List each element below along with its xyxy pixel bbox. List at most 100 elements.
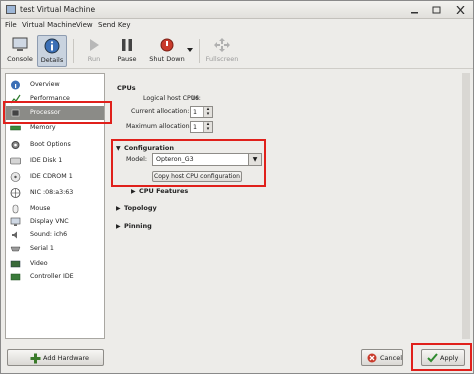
run-button[interactable]: Run <box>81 35 107 67</box>
spinner-arrows-icon[interactable]: ▴ ▾ <box>203 107 212 117</box>
chevron-down-icon[interactable]: ▼ <box>248 153 262 166</box>
add-hardware-label: Add Hardware <box>43 354 90 362</box>
menu-view[interactable]: View <box>76 21 93 29</box>
pinning-expander[interactable]: ▶ Pinning <box>116 222 152 230</box>
logical-cpus-value: 16 <box>191 95 200 102</box>
add-icon <box>30 353 41 364</box>
fullscreen-button[interactable]: Fullscreen <box>205 35 239 67</box>
sidebar-item-overview[interactable]: Overview <box>6 78 104 92</box>
sidebar-item-video[interactable]: Video <box>6 257 104 271</box>
fullscreen-label: Fullscreen <box>205 55 239 63</box>
shutdown-dropdown[interactable] <box>185 35 194 67</box>
sidebar-item-mouse[interactable]: Mouse <box>6 202 104 216</box>
sidebar-item-memory[interactable]: Memory <box>6 121 104 135</box>
cpu-features-title: CPU Features <box>139 187 189 195</box>
menu-file[interactable]: File <box>5 21 17 29</box>
chevron-down-icon <box>186 48 193 52</box>
cpu-features-expander[interactable]: ▶ CPU Features <box>131 187 188 195</box>
gear-icon <box>11 141 20 149</box>
cancel-button[interactable]: Cancel <box>361 349 403 366</box>
cpu-model-value: Opteron_G3 <box>156 156 194 163</box>
expanded-triangle-icon: ▼ <box>116 145 121 152</box>
collapsed-triangle-icon: ▶ <box>116 205 121 212</box>
copy-host-cpu-button[interactable]: Copy host CPU configuration <box>152 171 242 182</box>
console-label: Console <box>7 55 33 63</box>
sidebar-item-nic[interactable]: NIC :08:a3:63 <box>6 186 104 200</box>
details-button[interactable]: Details <box>37 35 67 67</box>
play-icon <box>90 39 99 51</box>
sidebar-item-controller-ide[interactable]: Controller IDE <box>6 270 104 284</box>
sidebar-item-performance[interactable]: Performance <box>6 92 104 106</box>
maximum-allocation-label: Maximum allocation: <box>126 123 192 130</box>
current-allocation-spinner[interactable]: 1 ▴ ▾ <box>190 106 213 118</box>
info-icon <box>11 80 20 90</box>
graph-icon <box>10 94 21 104</box>
cpu-icon <box>11 109 20 117</box>
sidebar-item-ide-disk-1[interactable]: IDE Disk 1 <box>6 154 104 168</box>
cpus-section-title: CPUs <box>117 84 136 92</box>
sidebar-item-ide-cdrom-1[interactable]: IDE CDROM 1 <box>6 170 104 184</box>
topology-expander[interactable]: ▶ Topology <box>116 204 157 212</box>
cancel-icon <box>367 353 377 363</box>
vm-details-window: test Virtual Machine File Virtual Machin… <box>0 0 474 374</box>
cpu-model-combo[interactable]: Opteron_G3 ▼ <box>152 153 262 166</box>
fullscreen-icon <box>214 38 230 52</box>
shutdown-button[interactable]: Shut Down <box>147 35 187 67</box>
minimize-button[interactable] <box>406 3 422 17</box>
close-button[interactable] <box>452 3 468 17</box>
add-hardware-button[interactable]: Add Hardware <box>7 349 104 366</box>
hardware-list: Overview Performance Processor Memory Bo… <box>5 73 105 339</box>
menu-bar: File Virtual Machine View Send Key <box>1 19 473 32</box>
pinning-title: Pinning <box>124 222 152 230</box>
monitor-icon <box>12 37 28 51</box>
disk-icon <box>10 157 21 165</box>
cancel-label: Cancel <box>380 354 403 362</box>
info-icon <box>44 38 60 54</box>
vertical-scrollbar[interactable] <box>462 73 470 339</box>
current-allocation-value: 1 <box>193 109 198 116</box>
processor-details-panel: CPUs Logical host CPUs: 16 Current alloc… <box>111 73 471 339</box>
window-title: test Virtual Machine <box>20 5 96 14</box>
power-icon <box>160 38 174 52</box>
run-label: Run <box>87 55 101 63</box>
console-button[interactable]: Console <box>5 35 35 67</box>
sidebar-item-display-vnc[interactable]: Display VNC <box>6 215 104 229</box>
apply-button[interactable]: Apply <box>421 349 465 366</box>
video-icon <box>10 260 21 268</box>
pause-label: Pause <box>117 55 137 63</box>
maximum-allocation-spinner[interactable]: 1 ▴ ▾ <box>190 121 213 133</box>
serial-icon <box>10 246 21 252</box>
sidebar-item-processor[interactable]: Processor <box>6 106 104 120</box>
maximum-allocation-value: 1 <box>193 124 198 131</box>
display-icon <box>10 217 21 226</box>
menu-virtual-machine[interactable]: Virtual Machine <box>22 21 76 29</box>
memory-icon <box>10 125 21 131</box>
nic-icon <box>10 188 21 198</box>
menu-send-key[interactable]: Send Key <box>98 21 131 29</box>
pause-button[interactable]: Pause <box>113 35 141 67</box>
model-label: Model: <box>126 156 148 163</box>
sidebar-item-boot-options[interactable]: Boot Options <box>6 138 104 152</box>
collapsed-triangle-icon: ▶ <box>116 223 121 230</box>
toolbar-separator <box>73 39 74 63</box>
configuration-expander[interactable]: ▼ Configuration <box>116 144 174 152</box>
shutdown-label: Shut Down <box>149 55 185 63</box>
sidebar-item-sound[interactable]: Sound: ich6 <box>6 228 104 242</box>
current-allocation-label: Current allocation: <box>131 108 190 115</box>
maximize-button[interactable] <box>428 3 444 17</box>
apply-label: Apply <box>440 354 459 362</box>
topology-title: Topology <box>124 204 157 212</box>
sidebar-item-serial-1[interactable]: Serial 1 <box>6 242 104 256</box>
sound-icon <box>12 231 17 239</box>
pause-icon <box>122 39 132 51</box>
title-bar: test Virtual Machine <box>1 1 473 19</box>
collapsed-triangle-icon: ▶ <box>131 188 136 195</box>
details-label: Details <box>40 56 64 64</box>
mouse-icon <box>12 204 19 214</box>
toolbar-separator <box>199 39 200 63</box>
app-icon <box>6 5 16 14</box>
cdrom-icon <box>10 172 21 182</box>
spinner-arrows-icon[interactable]: ▴ ▾ <box>203 122 212 132</box>
controller-icon <box>10 273 21 281</box>
checkmark-icon <box>427 353 438 363</box>
